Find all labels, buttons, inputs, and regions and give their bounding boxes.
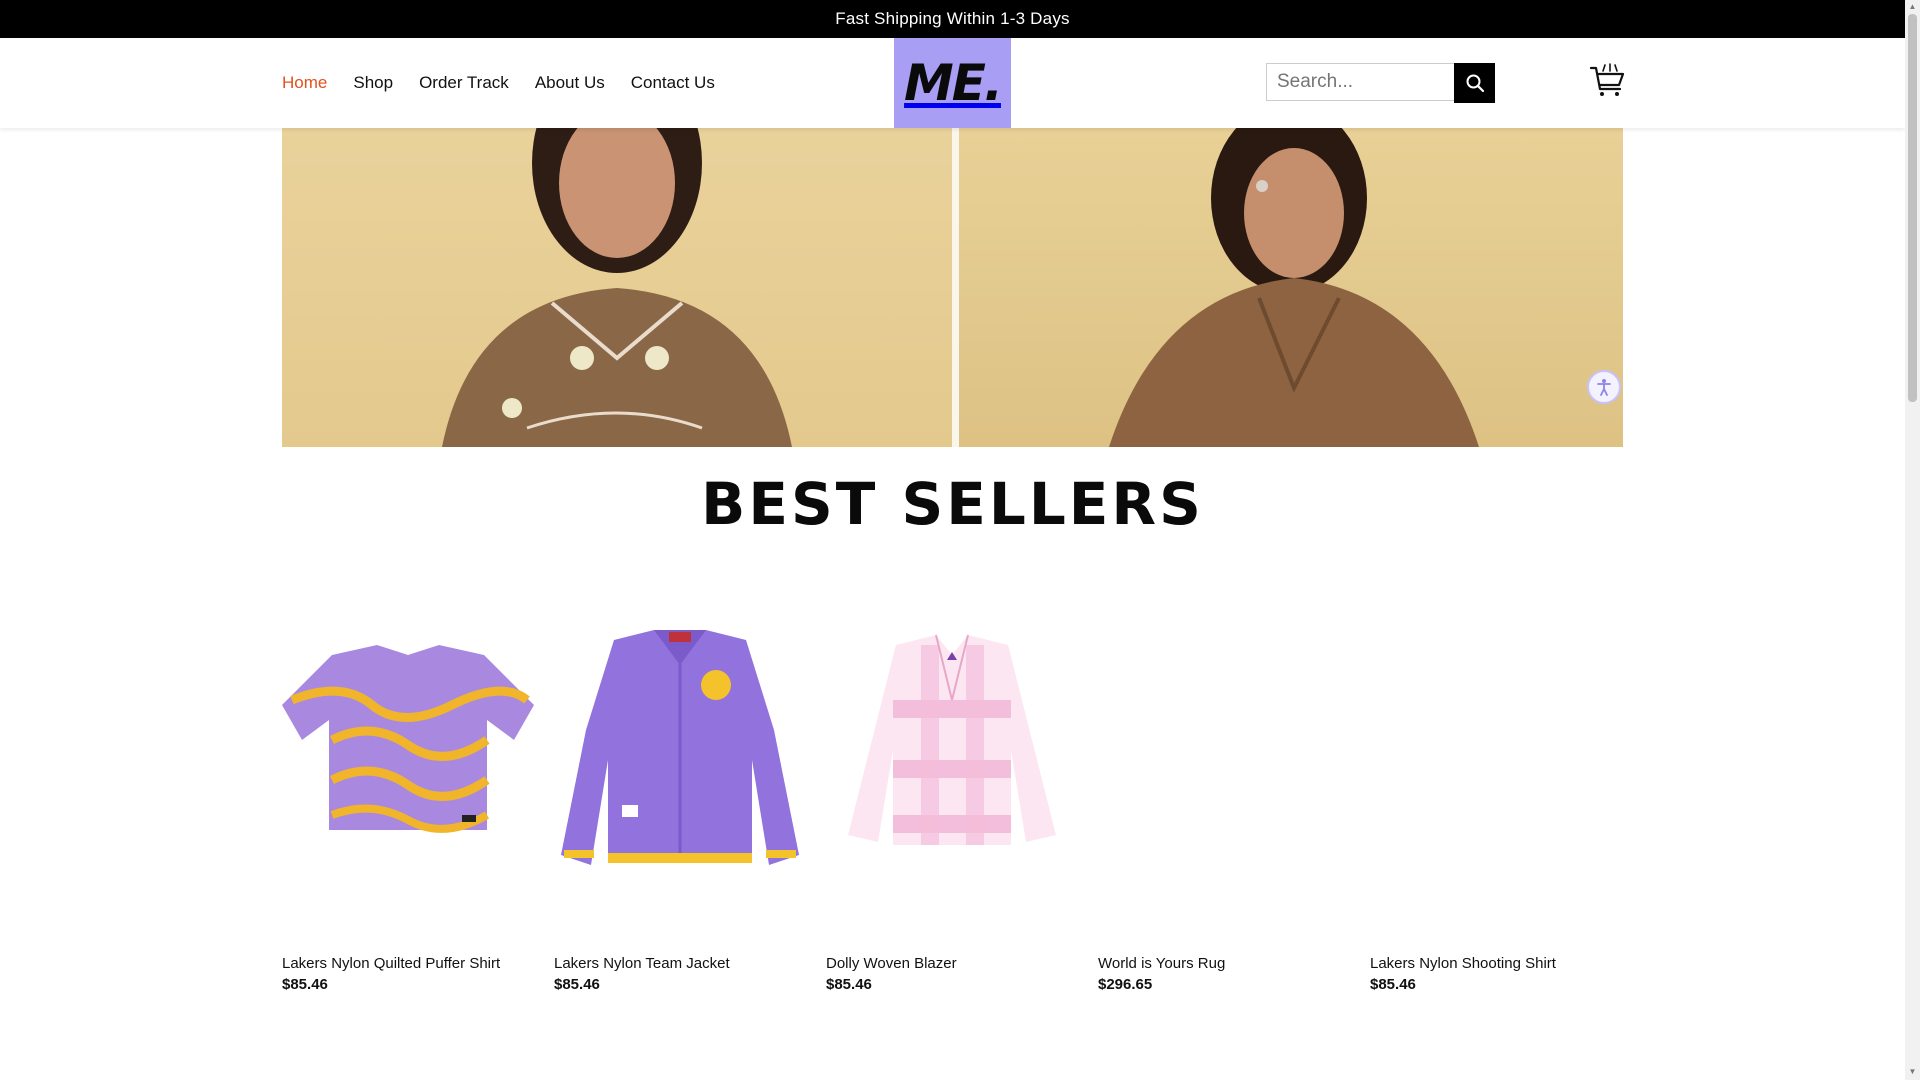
product-card[interactable]: Lakers Nylon Shooting Shirt $85.46 (1370, 610, 1622, 993)
search-icon (1466, 74, 1484, 93)
logo-text: ME. (904, 54, 1003, 112)
product-price: $296.65 (1098, 976, 1153, 993)
product-image[interactable] (826, 610, 1078, 950)
search-form (1266, 63, 1495, 103)
nav-home[interactable]: Home (282, 73, 327, 93)
announcement-text: Fast Shipping Within 1-3 Days (835, 9, 1070, 28)
scroll-up-arrow[interactable]: ▲ (1908, 2, 1917, 12)
search-button[interactable] (1454, 63, 1495, 103)
product-image[interactable] (282, 610, 534, 950)
cart-icon (1589, 63, 1625, 96)
section-title: BEST SELLERS (701, 470, 1204, 538)
product-grid: Lakers Nylon Quilted Puffer Shirt $85.46… (282, 610, 1623, 1010)
page: Fast Shipping Within 1-3 Days Home Shop … (0, 0, 1905, 1080)
announcement-bar: Fast Shipping Within 1-3 Days (0, 0, 1905, 38)
product-price: $85.46 (1370, 976, 1416, 993)
nav-order-track[interactable]: Order Track (419, 73, 509, 93)
search-input[interactable] (1266, 63, 1454, 101)
hero-image-right (959, 128, 1623, 447)
product-price: $85.46 (826, 976, 872, 993)
product-name[interactable]: Lakers Nylon Shooting Shirt (1370, 955, 1556, 972)
main-nav: Home Shop Order Track About Us Contact U… (282, 38, 715, 128)
site-header: Home Shop Order Track About Us Contact U… (0, 38, 1905, 128)
product-card[interactable]: Lakers Nylon Quilted Puffer Shirt $85.46 (282, 610, 534, 993)
page-scrollbar[interactable]: ▲ ▼ (1905, 0, 1920, 1080)
site-logo[interactable]: ME. (894, 38, 1011, 128)
product-image[interactable] (1370, 610, 1622, 950)
product-name[interactable]: World is Yours Rug (1098, 955, 1225, 972)
hero-image-left (282, 128, 952, 447)
cart-button[interactable] (1589, 62, 1625, 98)
scroll-down-arrow[interactable]: ▼ (1908, 1067, 1917, 1077)
product-image[interactable] (554, 610, 806, 950)
nav-shop[interactable]: Shop (353, 73, 393, 93)
accessibility-icon (1597, 379, 1611, 396)
scroll-thumb[interactable] (1908, 14, 1917, 402)
product-price: $85.46 (554, 976, 600, 993)
product-card[interactable]: Dolly Woven Blazer $85.46 (826, 610, 1078, 993)
product-card[interactable]: Lakers Nylon Team Jacket $85.46 (554, 610, 806, 993)
product-name[interactable]: Dolly Woven Blazer (826, 955, 957, 972)
nav-contact-us[interactable]: Contact Us (631, 73, 715, 93)
product-name[interactable]: Lakers Nylon Quilted Puffer Shirt (282, 955, 500, 972)
hero-divider (952, 128, 959, 447)
hero-banner[interactable] (282, 128, 1623, 447)
product-image[interactable] (1098, 610, 1350, 950)
accessibility-button[interactable] (1587, 370, 1621, 404)
product-card[interactable]: World is Yours Rug $296.65 (1098, 610, 1350, 993)
product-name[interactable]: Lakers Nylon Team Jacket (554, 955, 730, 972)
product-price: $85.46 (282, 976, 328, 993)
nav-about-us[interactable]: About Us (535, 73, 605, 93)
